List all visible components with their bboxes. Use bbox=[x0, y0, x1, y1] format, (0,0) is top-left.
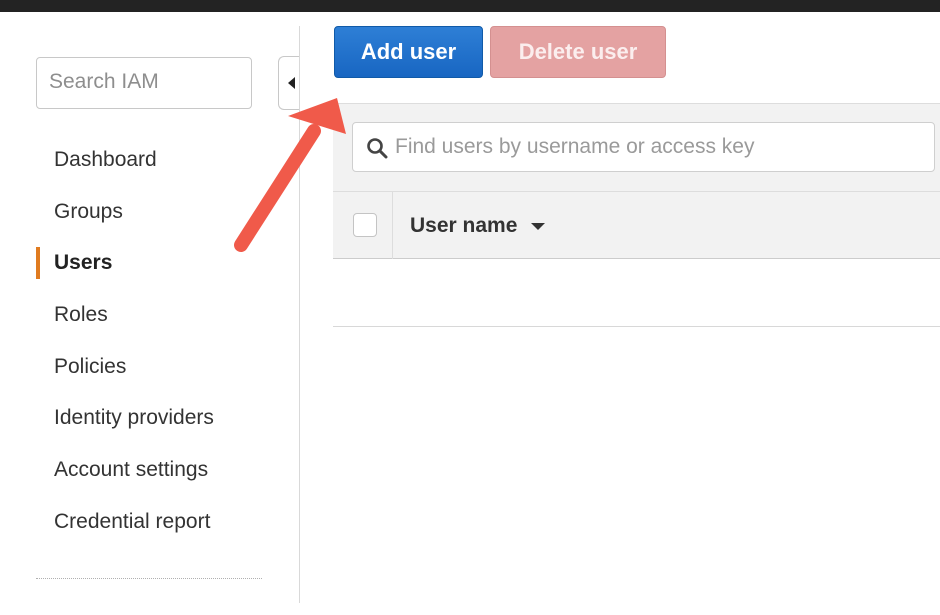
sidebar: Dashboard Groups Users Roles Policies Id… bbox=[0, 12, 300, 615]
sidebar-item-policies[interactable]: Policies bbox=[0, 341, 290, 393]
sidebar-nav: Dashboard Groups Users Roles Policies Id… bbox=[0, 134, 290, 548]
sidebar-item-groups[interactable]: Groups bbox=[0, 186, 290, 238]
table-empty-row-divider bbox=[333, 326, 940, 327]
sidebar-item-roles[interactable]: Roles bbox=[0, 289, 290, 341]
sidebar-divider bbox=[299, 26, 300, 603]
select-all-cell bbox=[333, 192, 393, 259]
sidebar-item-account-settings[interactable]: Account settings bbox=[0, 444, 290, 496]
column-header-label: User name bbox=[410, 214, 518, 237]
sidebar-item-credential-report[interactable]: Credential report bbox=[0, 496, 290, 548]
top-bar bbox=[0, 0, 940, 12]
sidebar-search-input[interactable] bbox=[49, 58, 239, 106]
sidebar-collapse-button[interactable] bbox=[278, 56, 300, 110]
sidebar-item-dashboard[interactable]: Dashboard bbox=[0, 134, 290, 186]
sort-caret-down-icon bbox=[531, 222, 546, 230]
sidebar-item-identity-providers[interactable]: Identity providers bbox=[0, 392, 290, 444]
add-user-button[interactable]: Add user bbox=[334, 26, 483, 78]
chevron-left-icon bbox=[288, 77, 295, 89]
sidebar-search-box[interactable] bbox=[36, 57, 252, 109]
sidebar-separator bbox=[36, 578, 262, 579]
users-table-panel: User name bbox=[333, 103, 940, 259]
sidebar-item-users[interactable]: Users bbox=[0, 237, 290, 289]
user-search-input[interactable] bbox=[395, 124, 925, 170]
delete-user-button[interactable]: Delete user bbox=[490, 26, 666, 78]
column-header-user-name[interactable]: User name bbox=[410, 192, 546, 259]
users-table-header: User name bbox=[333, 191, 940, 259]
select-all-checkbox[interactable] bbox=[353, 213, 377, 237]
user-search-box[interactable] bbox=[352, 122, 935, 172]
search-icon bbox=[367, 138, 388, 159]
